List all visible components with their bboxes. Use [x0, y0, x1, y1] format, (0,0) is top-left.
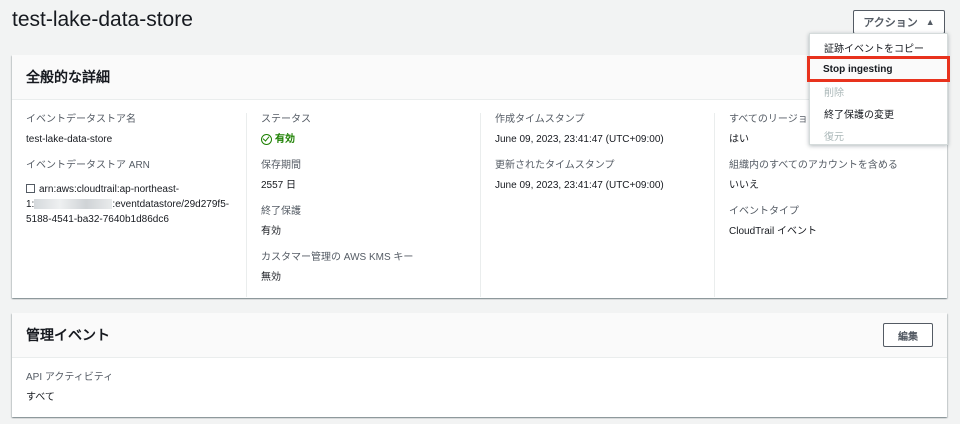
created-timestamp-label: 作成タイムスタンプ	[495, 114, 585, 125]
actions-label: アクション	[863, 17, 918, 29]
updated-timestamp-label: 更新されたタイムスタンプ	[495, 160, 615, 171]
retention-value: 2557 日	[261, 180, 297, 191]
menu-item-change-termination-protection[interactable]: 終了保護の変更	[810, 102, 947, 124]
menu-item-delete: 削除	[824, 87, 844, 99]
general-details-heading: 全般的な詳細	[12, 55, 947, 100]
details-column-2: ステータス 有効 保存期間 2557 日 終了保護 有効 カスタマー管理の AW…	[246, 113, 480, 297]
management-events-heading: 管理イベント	[12, 313, 947, 358]
details-column-1: イベントデータストア名 test-lake-data-store イベントデータ…	[12, 113, 246, 297]
menu-item-copy-trail-events[interactable]: 証跡イベントをコピー	[810, 36, 947, 58]
redacted-account-id	[34, 199, 113, 210]
status-label: ステータス	[261, 114, 311, 125]
status-badge: 有効	[261, 132, 466, 147]
api-activity-label: API アクティビティ	[26, 372, 114, 383]
event-type-value: CloudTrail イベント	[729, 226, 817, 237]
event-data-store-name-label: イベントデータストア名	[26, 114, 136, 125]
org-accounts-value: いいえ	[729, 180, 759, 191]
page-title: test-lake-data-store	[12, 8, 193, 31]
actions-dropdown-button[interactable]: アクション ▲	[853, 10, 945, 34]
menu-item-restore: 復元	[824, 131, 844, 143]
caret-up-icon: ▲	[925, 17, 935, 27]
kms-key-value: 無効	[261, 272, 281, 283]
general-details-panel: 全般的な詳細 イベントデータストア名 test-lake-data-store …	[12, 55, 947, 298]
event-type-label: イベントタイプ	[729, 206, 799, 217]
event-data-store-name-value: test-lake-data-store	[26, 134, 113, 145]
menu-item-stop-ingesting[interactable]: Stop ingesting	[807, 56, 950, 82]
api-activity-value: すべて	[26, 392, 55, 403]
termination-protection-label: 終了保護	[261, 206, 301, 217]
event-data-store-arn-value: arn:aws:cloudtrail:ap-northeast- 1::even…	[26, 184, 230, 225]
kms-key-label: カスタマー管理の AWS KMS キー	[261, 252, 414, 263]
details-column-3: 作成タイムスタンプ June 09, 2023, 23:41:47 (UTC+0…	[480, 113, 714, 297]
management-events-panel: 管理イベント 編集 API アクティビティ すべて	[12, 313, 947, 417]
termination-protection-value: 有効	[261, 226, 281, 237]
edit-button[interactable]: 編集	[883, 323, 933, 347]
retention-label: 保存期間	[261, 160, 301, 171]
check-circle-icon	[261, 134, 272, 145]
status-value: 有効	[275, 134, 295, 145]
actions-menu: 証跡イベントをコピー Stop ingesting 削除 終了保護の変更 復元	[807, 33, 950, 145]
copy-icon[interactable]	[26, 184, 35, 193]
org-accounts-label: 組織内のすべてのアカウントを含める	[729, 160, 898, 171]
updated-timestamp-value: June 09, 2023, 23:41:47 (UTC+09:00)	[495, 180, 664, 191]
event-data-store-arn-label: イベントデータストア ARN	[26, 160, 150, 171]
created-timestamp-value: June 09, 2023, 23:41:47 (UTC+09:00)	[495, 134, 664, 145]
